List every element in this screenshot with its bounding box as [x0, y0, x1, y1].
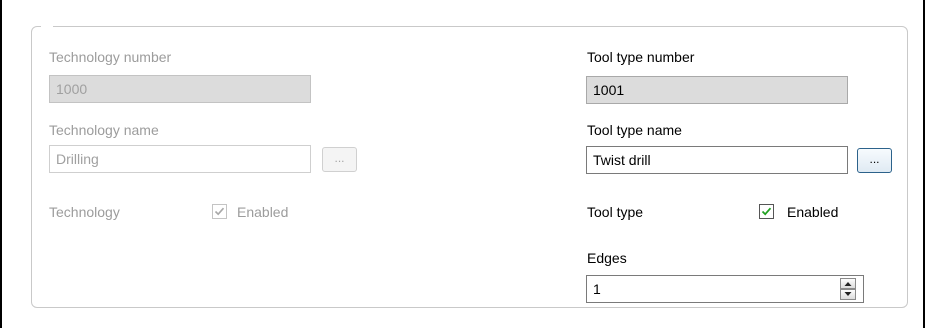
technology-enabled-checkbox: [212, 204, 227, 219]
tool-type-browse-button[interactable]: ...: [857, 148, 892, 173]
edges-decrement-button[interactable]: [840, 289, 856, 300]
technology-enabled-label: Enabled: [237, 204, 289, 220]
tool-type-number-label: Tool type number: [587, 49, 695, 65]
arrow-up-icon: [844, 282, 852, 286]
window-frame: Technology number 1000 Technology name D…: [0, 0, 925, 328]
technology-number-field: 1000: [49, 75, 311, 103]
arrow-down-icon: [844, 292, 852, 296]
edges-label: Edges: [587, 250, 627, 266]
tool-type-enabled-label: Enabled: [787, 204, 839, 220]
technology-name-input: Drilling: [49, 145, 311, 173]
checkmark-icon: [214, 207, 225, 216]
tool-type-number-field: 1001: [586, 76, 848, 104]
tool-type-name-input[interactable]: Twist drill: [586, 146, 848, 174]
edges-increment-button[interactable]: [840, 278, 856, 289]
checkmark-icon: [761, 207, 772, 216]
edges-stepper[interactable]: 1: [586, 275, 864, 303]
tool-type-name-label: Tool type name: [587, 122, 682, 138]
edges-spin-buttons: [840, 278, 856, 300]
edges-value: 1: [593, 281, 601, 297]
technology-name-label: Technology name: [49, 122, 159, 138]
technology-browse-button: ...: [322, 147, 357, 172]
technology-enabled-row-label: Technology: [49, 204, 120, 220]
tool-type-enabled-row-label: Tool type: [587, 204, 644, 220]
tool-type-enabled-checkbox[interactable]: [759, 204, 774, 219]
technology-number-label: Technology number: [49, 49, 172, 65]
